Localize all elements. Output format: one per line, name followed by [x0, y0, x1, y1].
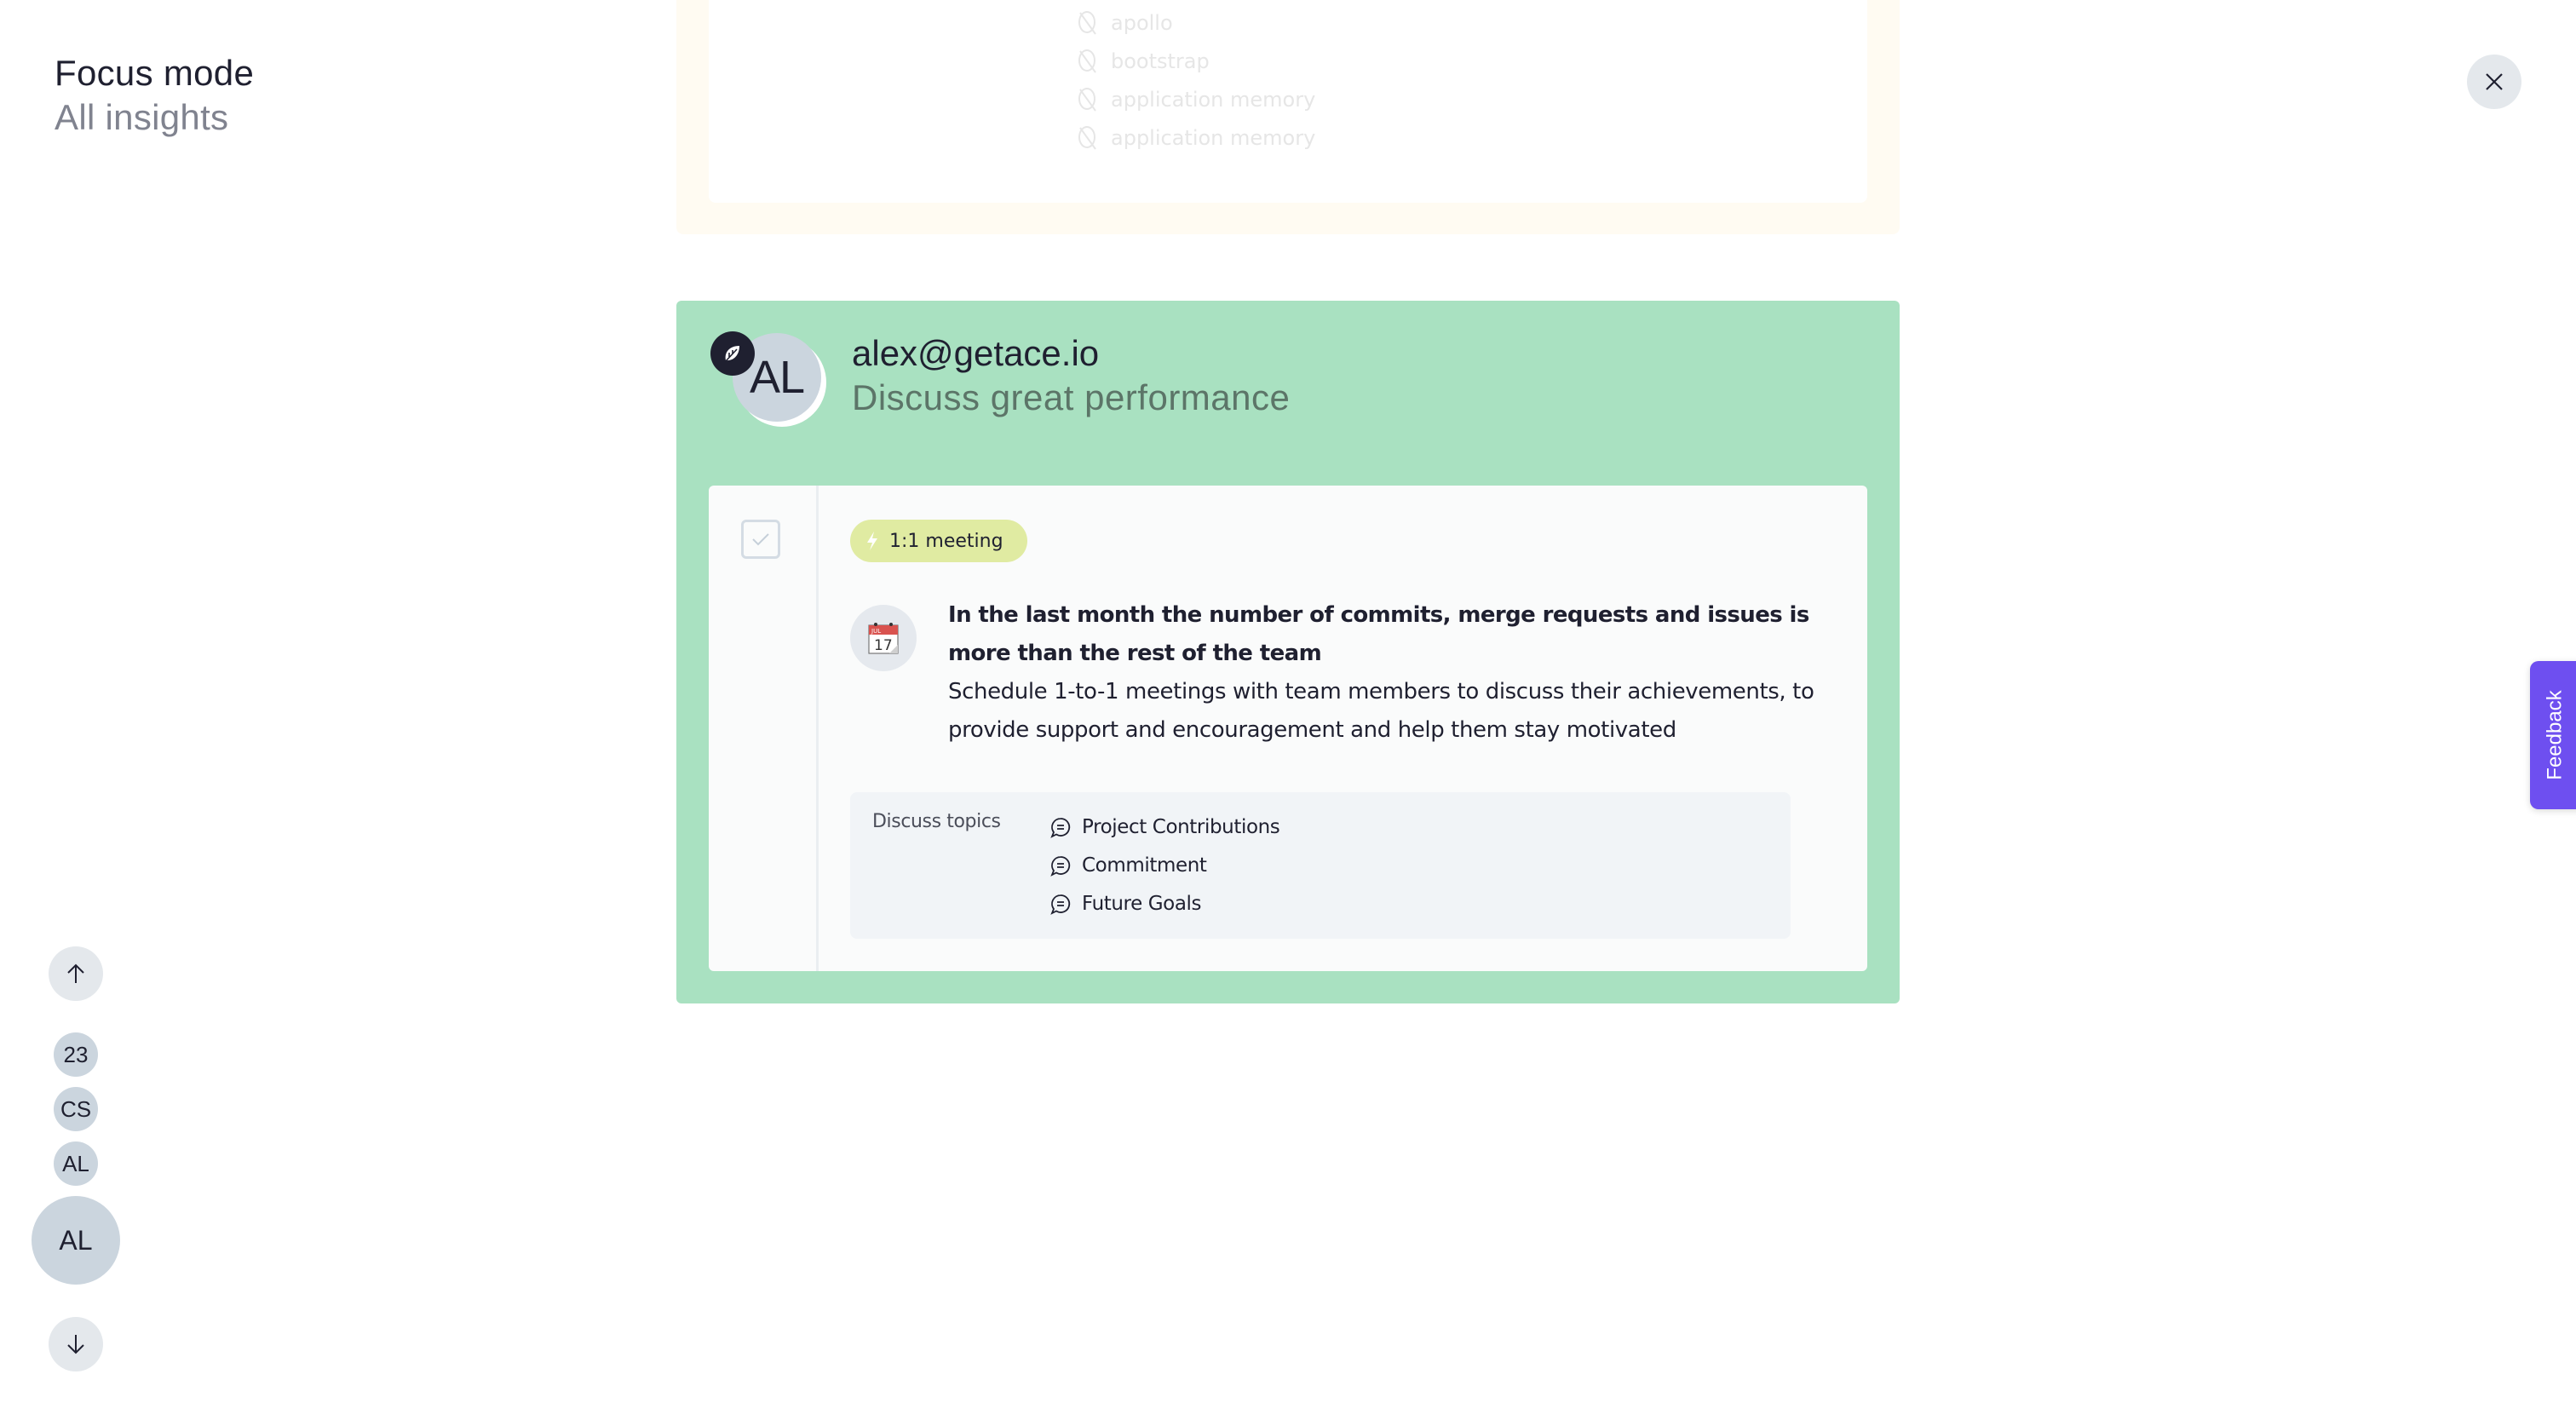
navigator-item-label: CS [60, 1095, 92, 1122]
feedback-tab[interactable]: Feedback [2530, 661, 2576, 809]
card-subtitle: Discuss great performance [852, 377, 1291, 417]
previous-card-list: apollo bootstrap application memory appl… [1077, 3, 1315, 157]
leaf-icon [724, 346, 739, 363]
list-item: application memory [1077, 80, 1315, 118]
page-title: Focus mode [55, 53, 255, 93]
topic-item: Project Contributions [1049, 808, 1280, 846]
close-button[interactable] [2467, 55, 2521, 109]
lightning-icon [867, 532, 877, 550]
feedback-label: Feedback [2544, 690, 2567, 780]
arrow-up-icon [67, 963, 84, 983]
list-item-label: apollo [1111, 10, 1173, 35]
list-item-label: application memory [1111, 125, 1316, 150]
meeting-tag-label: 1:1 meeting [889, 530, 1003, 552]
close-icon [2486, 73, 2503, 90]
discuss-topics-label: Discuss topics [872, 811, 1001, 832]
next-insight-button[interactable] [49, 1317, 103, 1371]
list-item: application memory [1077, 118, 1315, 157]
calendar-icon-wrapper: JUL 17 [850, 605, 917, 671]
discuss-topics: Discuss topics Project Contributions Com… [850, 792, 1791, 939]
navigator-item[interactable]: CS [54, 1087, 98, 1131]
leaf-off-icon [1078, 125, 1096, 150]
previous-card-panel: apollo bootstrap application memory appl… [709, 0, 1867, 203]
topic-item: Future Goals [1049, 884, 1279, 923]
chat-bubble-icon [1050, 817, 1071, 838]
navigator-item-active[interactable]: AL [32, 1196, 120, 1285]
topic-label: Project Contributions [1082, 815, 1280, 838]
insight-panel: 1:1 meeting JUL 17 In the last month the… [709, 486, 1867, 971]
leaf-off-icon [1078, 87, 1096, 112]
page-subtitle: All insights [55, 97, 229, 137]
topic-item: Commitment [1049, 846, 1279, 884]
leaf-off-icon [1078, 10, 1096, 35]
avatar-initials: AL [749, 352, 805, 403]
topic-label: Commitment [1082, 854, 1207, 877]
panel-divider [816, 486, 819, 971]
list-item: bootstrap [1077, 42, 1315, 80]
leaf-badge [710, 331, 755, 376]
topic-label: Future Goals [1082, 892, 1202, 915]
insight-checkbox[interactable] [741, 520, 780, 559]
discuss-topics-list: Project Contributions Commitment Future … [1049, 808, 1280, 923]
arrow-down-icon [67, 1335, 84, 1354]
meeting-tag: 1:1 meeting [850, 520, 1027, 562]
calendar-icon: JUL 17 [868, 623, 899, 654]
calendar-day: 17 [874, 637, 893, 654]
insight-title: In the last month the number of commits,… [948, 602, 1809, 666]
list-item-label: application memory [1111, 87, 1316, 112]
previous-insight-card: apollo bootstrap application memory appl… [676, 0, 1900, 234]
insight-text: In the last month the number of commits,… [948, 596, 1817, 750]
insight-description: Schedule 1-to-1 meetings with team membe… [948, 679, 1814, 743]
card-email: alex@getace.io [852, 333, 1100, 373]
list-item: apollo [1077, 3, 1315, 42]
calendar-month: JUL [871, 628, 881, 635]
insight-card: AL alex@getace.io Discuss great performa… [676, 301, 1900, 1003]
list-item-label: bootstrap [1111, 49, 1210, 73]
chat-bubble-icon [1050, 855, 1071, 877]
leaf-off-icon [1078, 49, 1096, 73]
chat-bubble-icon [1050, 894, 1071, 915]
check-icon [752, 533, 769, 546]
navigator-item-label: AL [59, 1224, 93, 1256]
navigator-item[interactable]: 23 [54, 1032, 98, 1077]
previous-insight-button[interactable] [49, 946, 103, 1001]
navigator-item-label: AL [62, 1150, 89, 1176]
navigator-item[interactable]: AL [54, 1141, 98, 1186]
navigator-item-label: 23 [63, 1041, 89, 1067]
